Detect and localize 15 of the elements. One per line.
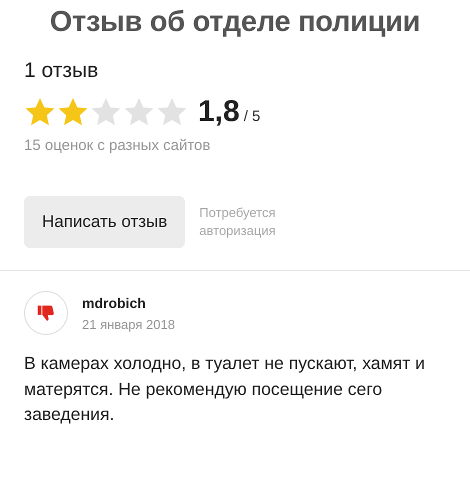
review-author: mdrobich	[82, 294, 147, 310]
star-icon	[123, 96, 155, 128]
review-date: 21 января 2018	[82, 316, 175, 332]
star-icon	[24, 96, 56, 128]
star-icon	[156, 96, 188, 128]
ratings-note: 15 оценок с разных сайтов	[24, 137, 210, 154]
rating-score: 1,8	[198, 95, 240, 129]
review-text: В камерах холодно, в туалет не пускают, хамят и матерятся. Не рекомендую посещение сего заведения.	[24, 352, 426, 426]
star-icon	[90, 96, 122, 128]
auth-note: Потребуется авторизация	[199, 204, 277, 240]
review-count: 1 отзыв	[24, 59, 98, 83]
write-review-button[interactable]: Написать отзыв	[24, 196, 186, 248]
star-icon	[57, 96, 89, 128]
rating-scale: / 5	[244, 108, 260, 125]
page-title: Отзыв об отделе полиции	[48, 6, 422, 39]
